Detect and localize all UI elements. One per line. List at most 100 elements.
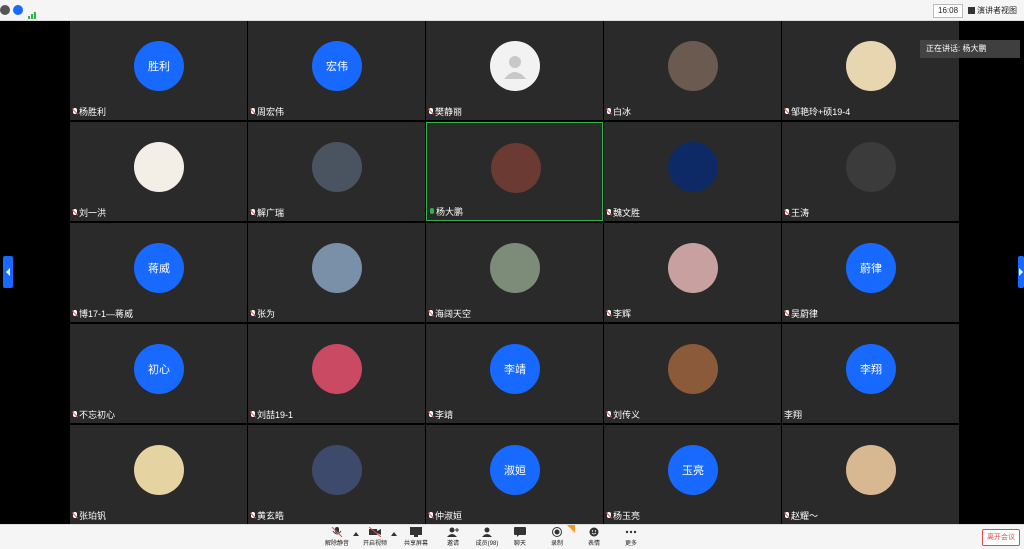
camera-off-icon (369, 527, 381, 537)
participant-tile[interactable]: 赵耀～ (782, 425, 959, 524)
participant-tile[interactable]: 淑姮仲淑姮 (426, 425, 603, 524)
mic-muted-icon (428, 512, 434, 520)
participant-name-label: 刘一洪 (72, 206, 106, 219)
participant-name-label: 李翔 (784, 408, 802, 421)
participant-name: 杨胜利 (79, 107, 107, 117)
mic-muted-icon (72, 209, 78, 217)
top-status-bar: 16:08 演讲者视图 (0, 0, 1024, 21)
participant-name-label: 张为 (250, 307, 275, 320)
previous-page-button[interactable] (3, 256, 13, 288)
participant-name: 张为 (257, 309, 276, 319)
avatar-initials: 玉亮 (668, 445, 718, 495)
participant-tile[interactable]: 张珀钒 (70, 425, 247, 524)
participant-name-label: 周宏伟 (250, 105, 284, 118)
participant-tile[interactable]: 黄玄皓 (248, 425, 425, 524)
mic-muted-icon (606, 310, 612, 318)
mic-muted-icon (784, 512, 790, 520)
mic-muted-icon (606, 411, 612, 419)
participant-tile[interactable]: 张为 (248, 223, 425, 322)
participant-tile[interactable]: 李靖 李靖 (426, 324, 603, 423)
participant-name: 李辉 (613, 309, 632, 319)
chevron-right-icon (1019, 268, 1023, 276)
chat-button[interactable]: 聊天 (501, 527, 539, 547)
participant-tile[interactable]: 解广瑞 (248, 122, 425, 221)
mic-on-icon (429, 208, 435, 216)
participant-name: 刘一洪 (79, 208, 107, 218)
start-video-button[interactable]: 开启视频 (356, 527, 394, 547)
participant-tile[interactable]: 海阔天空 (426, 223, 603, 322)
participant-name-label: 邹艳玲+硕19-4 (784, 105, 850, 118)
mic-muted-icon (250, 411, 256, 419)
participant-tile[interactable]: 李辉 (604, 223, 781, 322)
more-label: 更多 (624, 541, 637, 547)
speaker-view-label: 演讲者视图 (977, 6, 1017, 15)
participant-name-label: 张珀钒 (72, 509, 106, 522)
shield-icon[interactable] (13, 5, 23, 15)
participant-name-label: 王涛 (784, 206, 809, 219)
reactions-button[interactable]: 表情 (575, 527, 613, 547)
participant-name-label: 杨大鹏 (429, 205, 463, 218)
mic-muted-icon (606, 512, 612, 520)
participant-tile[interactable]: 樊静丽 (426, 21, 603, 120)
participant-tile[interactable]: 胜利 杨胜利 (70, 21, 247, 120)
participant-name: 吴蔚律 (791, 309, 819, 319)
participant-tile[interactable]: 王涛 (782, 122, 959, 221)
participant-tile[interactable]: 白冰 (604, 21, 781, 120)
participant-tile[interactable]: 杨大鹏 (426, 122, 603, 221)
avatar-initials: 蔚律 (846, 243, 896, 293)
participant-tile[interactable]: 刘传义 (604, 324, 781, 423)
share-screen-button[interactable]: 共享屏幕 (397, 527, 435, 547)
participant-name-label: 李靖 (428, 408, 453, 421)
participant-name-label: 海阔天空 (428, 307, 471, 320)
participant-tile[interactable]: 玉亮杨玉亮 (604, 425, 781, 524)
mic-muted-icon (250, 108, 256, 116)
mic-muted-icon (72, 512, 78, 520)
avatar-photo (134, 445, 184, 495)
ellipsis-icon (625, 530, 637, 534)
share-screen-label: 共享屏幕 (403, 541, 428, 547)
avatar-photo (668, 344, 718, 394)
avatar-initials: 宏伟 (312, 41, 362, 91)
avatar-photo (846, 142, 896, 192)
mic-muted-icon (428, 108, 434, 116)
avatar-photo (668, 41, 718, 91)
speaking-indicator: 正在讲话: 杨大鹏 (920, 40, 1020, 58)
avatar-photo (312, 344, 362, 394)
participant-tile[interactable]: 李翔 李翔 (782, 324, 959, 423)
participant-tile[interactable]: 邹艳玲+硕19-4 (782, 21, 959, 120)
leave-meeting-button[interactable]: 离开会议 (982, 529, 1020, 546)
participant-name-label: 不忘初心 (72, 408, 115, 421)
participant-name: 不忘初心 (79, 410, 116, 420)
participant-name-label: 刘喆19-1 (250, 408, 293, 421)
avatar-photo (491, 143, 541, 193)
mic-muted-icon (72, 411, 78, 419)
record-badge-icon (567, 525, 575, 533)
participant-name: 刘喆19-1 (257, 410, 294, 420)
participant-name: 仲淑姮 (435, 511, 463, 521)
participant-name: 杨大鹏 (436, 207, 464, 217)
participant-tile[interactable]: 蔚律吴蔚律 (782, 223, 959, 322)
participant-name-label: 杨玉亮 (606, 509, 640, 522)
participant-name-label: 黄玄皓 (250, 509, 284, 522)
participant-tile[interactable]: 魏文胜 (604, 122, 781, 221)
more-button[interactable]: 更多 (612, 527, 650, 547)
participant-name: 赵耀～ (791, 511, 819, 521)
mic-muted-icon (250, 209, 256, 217)
mic-muted-icon (250, 512, 256, 520)
next-page-button[interactable] (1018, 256, 1024, 288)
mic-muted-icon (428, 310, 434, 318)
invite-button[interactable]: 邀请 (434, 527, 472, 547)
participant-tile[interactable]: 宏伟周宏伟 (248, 21, 425, 120)
participant-tile[interactable]: 刘喆19-1 (248, 324, 425, 423)
speaker-view-button[interactable]: 演讲者视图 (968, 5, 1017, 16)
avatar-photo (668, 243, 718, 293)
participant-tile[interactable]: 蒋威 博17-1—蒋威 (70, 223, 247, 322)
participant-tile[interactable]: 刘一洪 (70, 122, 247, 221)
participant-name: 李靖 (435, 410, 454, 420)
participant-tile[interactable]: 初心 不忘初心 (70, 324, 247, 423)
participant-name: 解广瑞 (257, 208, 285, 218)
avatar-initials: 淑姮 (490, 445, 540, 495)
chevron-left-icon (6, 268, 10, 276)
unmute-button[interactable]: 解除静音 (318, 527, 356, 547)
app-icon (0, 5, 10, 15)
